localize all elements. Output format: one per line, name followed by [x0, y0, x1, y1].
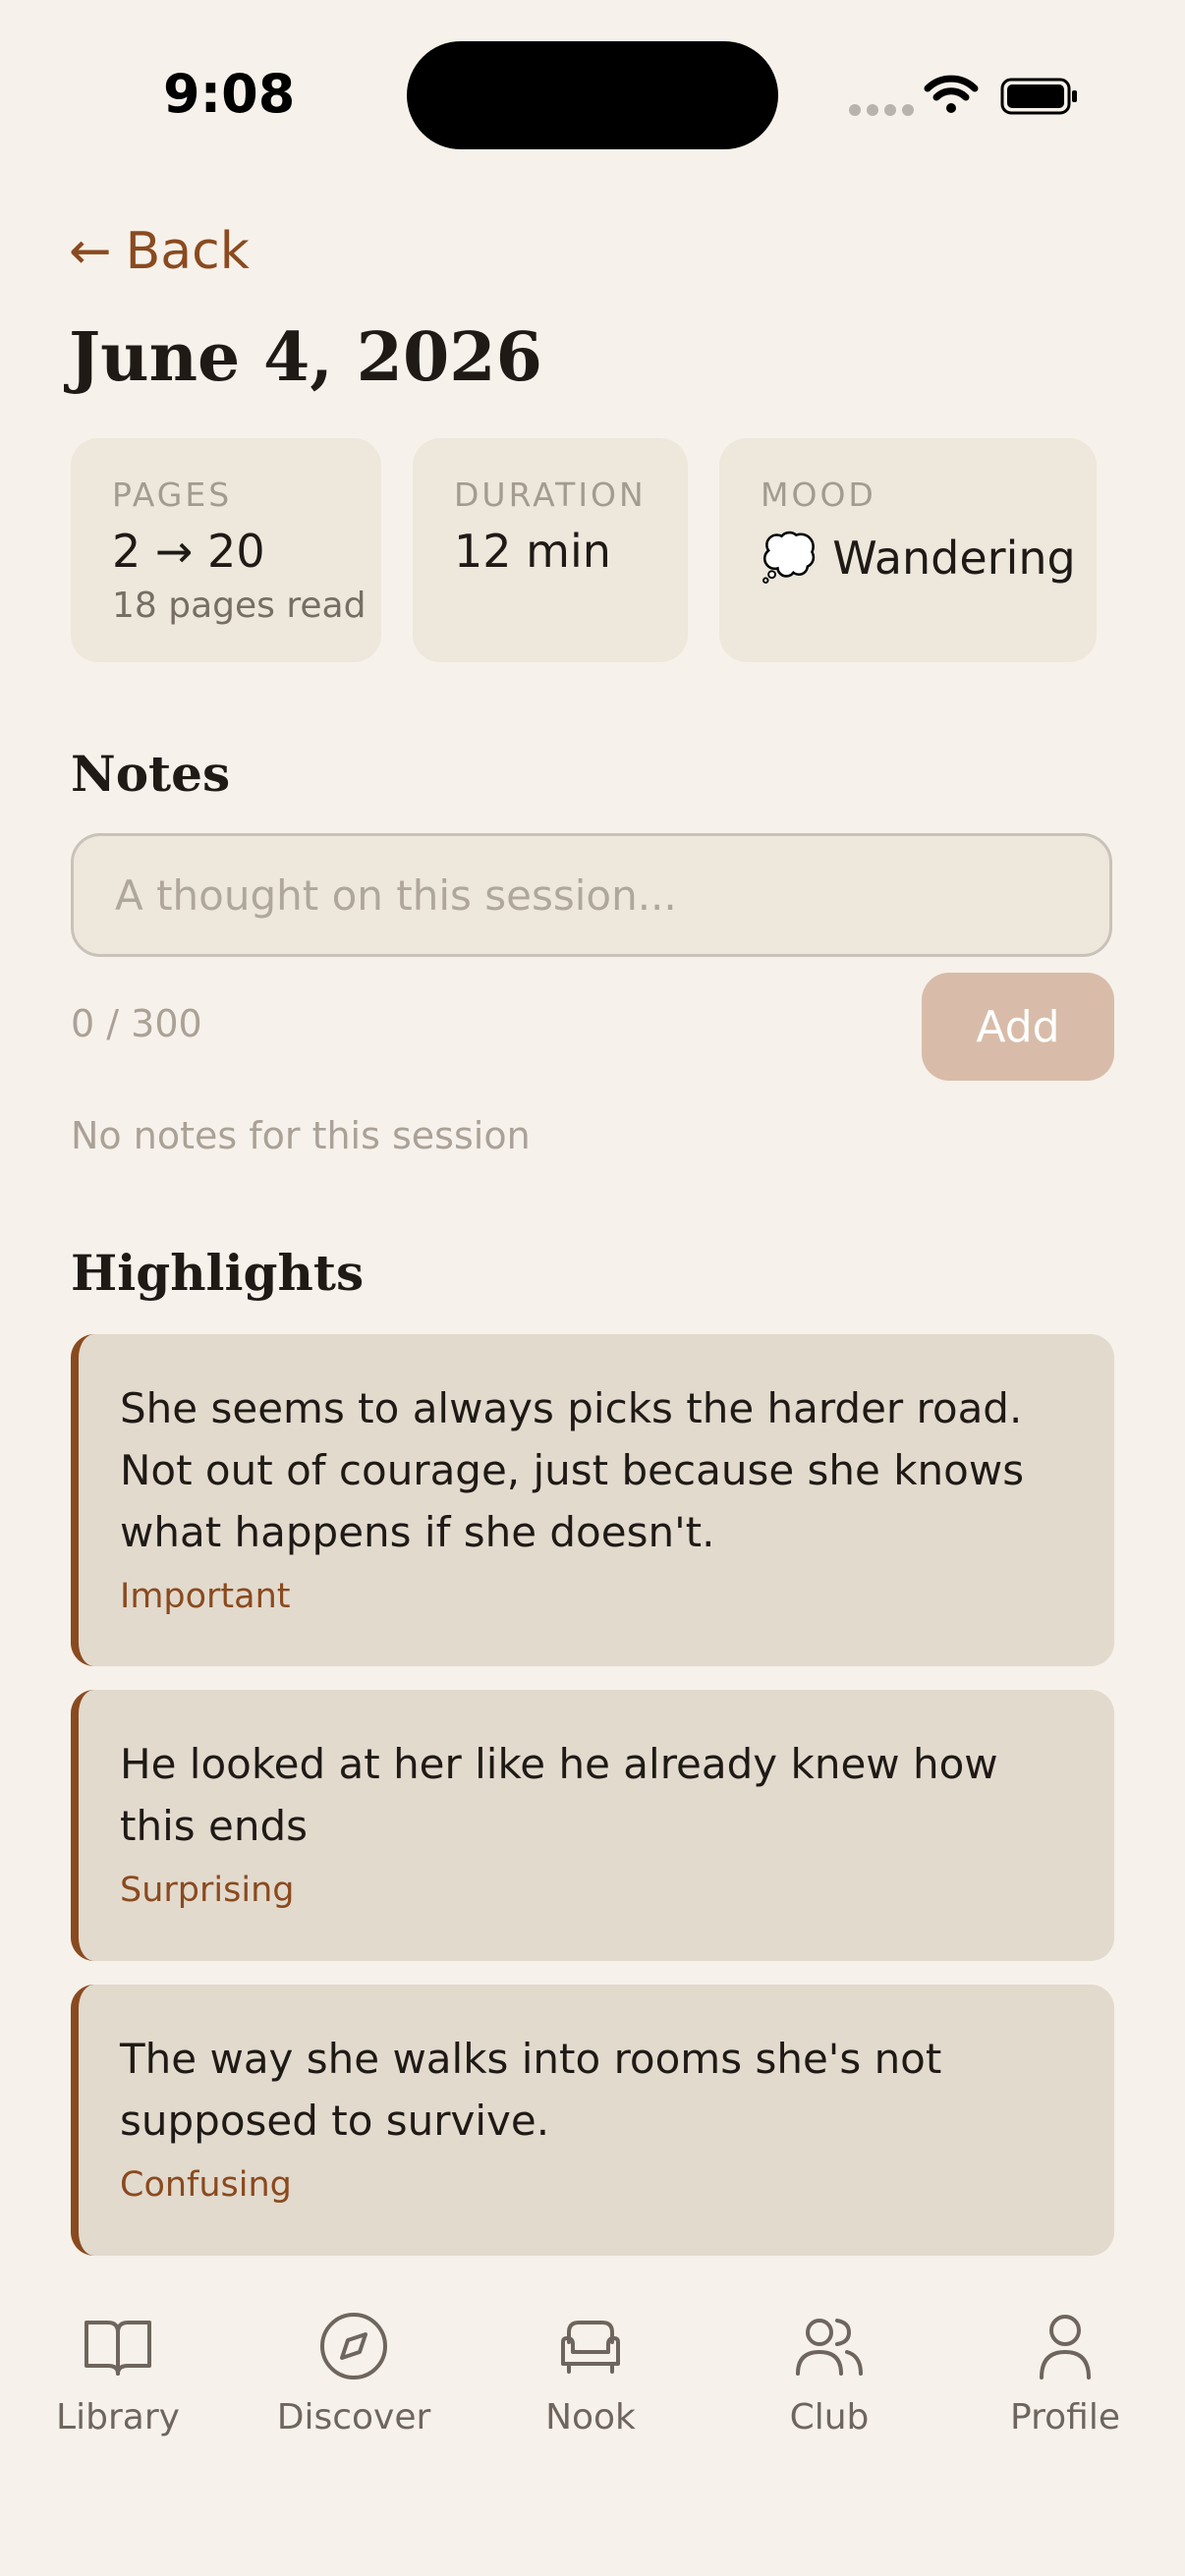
page-title: June 4, 2026: [69, 318, 542, 397]
duration-label: DURATION: [454, 476, 647, 514]
back-label: Back: [125, 222, 250, 281]
highlight-quote: He looked at her like he already knew ho…: [120, 1740, 998, 1850]
status-time: 9:08: [163, 63, 296, 125]
highlight-card[interactable]: She seems to always picks the harder roa…: [71, 1334, 1114, 1666]
nav-library[interactable]: Library: [20, 2309, 216, 2437]
battery-icon: [1000, 78, 1077, 115]
user-icon: [1040, 2315, 1091, 2380]
duration-value: 12 min: [454, 525, 611, 578]
nav-label: Nook: [545, 2397, 636, 2437]
character-counter: 0 / 300: [71, 1002, 202, 1045]
dynamic-island: [407, 41, 778, 149]
nav-profile[interactable]: Profile: [967, 2309, 1163, 2437]
pages-card: PAGES 2 → 20 18 pages read: [71, 438, 381, 662]
nav-club[interactable]: Club: [731, 2309, 928, 2437]
highlight-quote: The way she walks into rooms she's not s…: [120, 2035, 942, 2145]
duration-card: DURATION 12 min: [413, 438, 688, 662]
book-icon: [85, 2321, 151, 2376]
mood-value: Wandering: [832, 531, 1076, 585]
highlight-quote: She seems to always picks the harder roa…: [120, 1384, 1025, 1556]
arrow-left-icon: ←: [69, 222, 112, 281]
highlight-card[interactable]: He looked at her like he already knew ho…: [71, 1690, 1114, 1961]
pages-read: 18 pages read: [112, 586, 367, 626]
nav-label: Library: [56, 2397, 180, 2437]
highlight-tag: Confusing: [120, 2165, 292, 2205]
pages-label: PAGES: [112, 476, 233, 514]
back-button[interactable]: ← Back: [69, 222, 250, 281]
nav-label: Profile: [1010, 2397, 1120, 2437]
nav-label: Discover: [276, 2397, 431, 2437]
add-note-button[interactable]: Add: [922, 973, 1114, 1081]
users-icon: [796, 2319, 863, 2376]
highlight-card[interactable]: The way she walks into rooms she's not s…: [71, 1985, 1114, 2256]
mood-card: MOOD 💭 Wandering: [719, 438, 1097, 662]
empty-notes-message: No notes for this session: [71, 1114, 531, 1157]
compass-icon: [320, 2313, 387, 2380]
highlight-tag: Surprising: [120, 1871, 295, 1910]
armchair-icon: [561, 2321, 620, 2374]
highlight-tag: Important: [120, 1577, 291, 1616]
nav-nook[interactable]: Nook: [492, 2309, 689, 2437]
thought-bubble-icon: 💭: [761, 531, 818, 584]
note-input[interactable]: A thought on this session...: [71, 833, 1112, 957]
wifi-icon: [924, 75, 979, 113]
mood-label: MOOD: [761, 476, 876, 514]
pages-value: 2 → 20: [112, 525, 265, 578]
nav-label: Club: [789, 2397, 870, 2437]
cellular-signal-icon: [849, 104, 914, 116]
nav-discover[interactable]: Discover: [255, 2309, 452, 2437]
highlights-heading: Highlights: [71, 1244, 365, 1302]
notes-heading: Notes: [71, 745, 231, 803]
